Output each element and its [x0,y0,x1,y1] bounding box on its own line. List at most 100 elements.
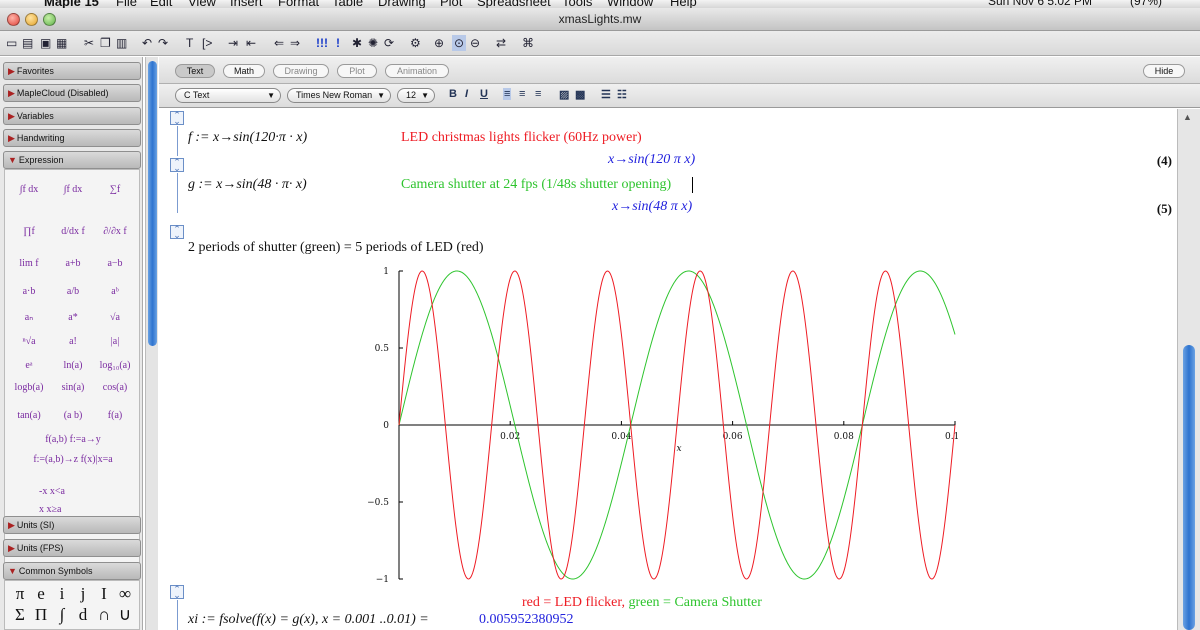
font-size-dropdown[interactable]: 12 ▼ [397,88,435,103]
expr-sin[interactable]: sin(a) [51,382,95,393]
expr-exp[interactable]: eᵃ [7,360,51,371]
expr-power[interactable]: aᵇ [93,286,137,297]
execute-all-icon[interactable]: !!! [316,35,328,51]
math-input-g[interactable]: g := x→sin(48 · π· x) [188,177,307,193]
expr-tan[interactable]: tan(a) [7,410,51,421]
zoom-out-icon[interactable]: ⊖ [470,35,480,51]
expr-definite-integral[interactable]: ∫f dx [51,184,95,195]
expr-function-eval[interactable]: f:=(a,b)→z f(x)|x=a [7,454,139,465]
palette-units-fps[interactable]: ▶ Units (FPS) [3,539,141,557]
new-document-icon[interactable]: ▭ [6,35,17,51]
palettes-scrollbar[interactable] [145,57,158,630]
align-center-icon[interactable]: ≡ [519,88,525,100]
zoom-100-icon[interactable]: ⊙ [452,35,466,51]
expr-star[interactable]: a* [51,312,95,323]
restart-icon[interactable]: ⟳ [384,35,394,51]
debug-icon[interactable]: ✱ [352,35,362,51]
expr-indefinite-integral[interactable]: ∫f dx [7,184,51,195]
group-bracket-icon[interactable]: ⌃ ⌄ [170,585,184,600]
expr-ln[interactable]: ln(a) [51,360,95,371]
palette-favorites[interactable]: ▶ Favorites [3,62,141,80]
symbol-product[interactable]: Π [32,605,50,625]
palette-units-si[interactable]: ▶ Units (SI) [3,516,141,534]
insert-math-icon[interactable]: [> [202,35,212,51]
insert-text-icon[interactable]: T [186,35,193,51]
menu-drawing[interactable]: Drawing [378,0,426,8]
symbol-infinity[interactable]: ∞ [116,584,134,604]
settings-gear-icon[interactable]: ⚙ [410,35,421,51]
document-scrollbar[interactable]: ▲ [1177,109,1200,630]
hide-button[interactable]: Hide [1143,64,1185,78]
palettes-scrollbar-thumb[interactable] [148,61,157,346]
expr-piecewise-row2[interactable]: x x≥a [39,504,109,515]
menu-app-name[interactable]: Maple 15 [44,0,99,8]
comment-led-flicker[interactable]: LED christmas lights flicker (60Hz power… [401,130,642,146]
text-color-icon[interactable]: ▨ [559,88,569,101]
menu-view[interactable]: View [188,0,216,8]
symbol-e[interactable]: e [32,584,50,604]
italic-button[interactable]: I [465,88,468,100]
save-icon[interactable]: ▣ [40,35,51,51]
menu-edit[interactable]: Edit [150,0,172,8]
menu-spreadsheet[interactable]: Spreadsheet [477,0,551,8]
menu-tools[interactable]: Tools [562,0,592,8]
paste-icon[interactable]: ▥ [116,35,127,51]
menubar-clock[interactable]: Sun Nov 6 5:02 PM [988,0,1092,8]
expr-multiplication[interactable]: a·b [7,286,51,297]
font-dropdown[interactable]: Times New Roman ▼ [287,88,391,103]
worksheet-document[interactable]: ⌃ ⌄ ⌃ ⌄ ⌃ ⌄ ⌃ ⌄ f := x→sin(120·π · x) LED ch… [168,109,1177,630]
expr-factorial[interactable]: a! [51,336,95,347]
menu-insert[interactable]: Insert [230,0,263,8]
comment-camera-shutter[interactable]: Camera shutter at 24 fps (1/48s shutter … [401,177,671,193]
expr-function-definition[interactable]: f(a,b) f:=a→y [7,434,139,445]
print-icon[interactable]: ▦ [56,35,67,51]
symbol-I[interactable]: I [95,584,113,604]
highlight-color-icon[interactable]: ▩ [575,88,585,101]
symbol-i[interactable]: i [53,584,71,604]
expr-log10[interactable]: log₁₀(a) [93,360,137,371]
stop-icon[interactable]: ✺ [368,35,378,51]
group-bracket-icon[interactable]: ⌃ ⌄ [170,158,184,173]
menu-table[interactable]: Table [332,0,363,8]
expr-addition[interactable]: a+b [51,258,95,269]
outdent-icon[interactable]: ⇤ [246,35,256,51]
expr-piecewise-row1[interactable]: -x x<a [39,486,109,497]
expr-product[interactable]: ∏f [7,226,51,237]
symbol-sum[interactable]: Σ [11,605,29,625]
menu-help[interactable]: Help [670,0,697,8]
redo-icon[interactable]: ↷ [158,35,168,51]
mode-plot-button[interactable]: Plot [337,64,377,78]
execute-icon[interactable]: ! [336,35,340,51]
sine-comparison-plot[interactable]: 0.020.040.060.080.1010.50−0.5−1x [359,257,959,587]
underline-button[interactable]: U [480,88,488,100]
palette-common-symbols[interactable]: ▼ Common Symbols [3,562,141,580]
expr-nth-root[interactable]: ⁿ√a [7,336,51,347]
undo-icon[interactable]: ↶ [142,35,152,51]
expr-derivative[interactable]: d/dx f [51,226,95,237]
mode-text-button[interactable]: Text [175,64,215,78]
math-input-f[interactable]: f := x→sin(120·π · x) [188,130,307,146]
indent-icon[interactable]: ⇥ [228,35,238,51]
expr-function-call[interactable]: f(a) [93,410,137,421]
bullet-list-icon[interactable]: ☰ [601,88,611,101]
style-dropdown[interactable]: C Text ▼ [175,88,281,103]
align-right-icon[interactable]: ≡ [535,88,541,100]
menu-window[interactable]: Window [607,0,653,8]
menu-file[interactable]: File [116,0,137,8]
expr-partial-derivative[interactable]: ∂/∂x f [93,226,137,237]
palette-handwriting[interactable]: ▶ Handwriting [3,129,141,147]
symbol-union[interactable]: ∪ [116,605,134,625]
menubar-battery[interactable]: (97%) [1130,0,1162,8]
expr-cos[interactable]: cos(a) [93,382,137,393]
menu-format[interactable]: Format [278,0,319,8]
mode-animation-button[interactable]: Animation [385,64,449,78]
expr-binomial[interactable]: (a b) [51,410,95,421]
menu-plot[interactable]: Plot [440,0,462,8]
palette-maplecloud[interactable]: ▶ MapleCloud (Disabled) [3,84,141,102]
symbol-d[interactable]: d [74,605,92,625]
expr-subtraction[interactable]: a−b [93,258,137,269]
expr-abs[interactable]: |a| [93,336,137,347]
mode-math-button[interactable]: Math [223,64,265,78]
expr-limit[interactable]: lim f [7,258,51,269]
symbol-pi[interactable]: π [11,584,29,604]
